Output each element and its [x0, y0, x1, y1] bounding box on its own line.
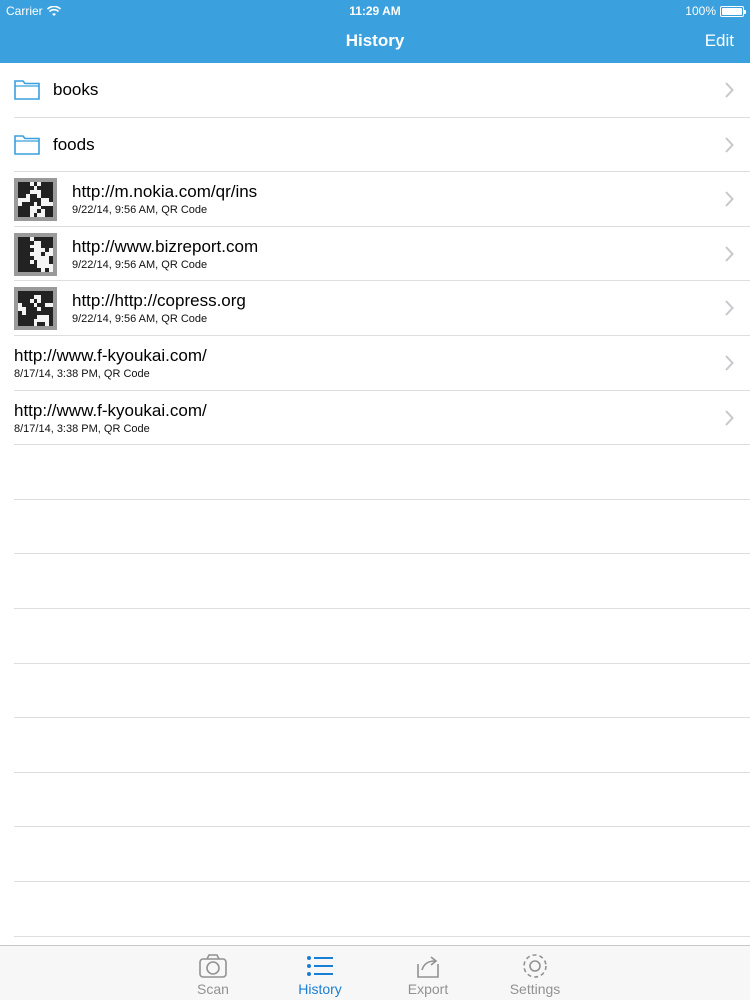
tab-settings[interactable]: Settings: [490, 946, 580, 1000]
entry-details: 8/17/14, 3:38 PM, QR Code: [14, 367, 150, 380]
tab-bar: Scan History Export Settings: [0, 945, 750, 1000]
entry-url: http://www.f-kyoukai.com/: [14, 345, 207, 365]
tab-label: History: [298, 981, 342, 997]
history-list: books foods http://m.nokia.com/qr/ins 9/22/…: [0, 63, 750, 945]
edit-button[interactable]: Edit: [705, 31, 734, 51]
history-entry-row[interactable]: http://www.bizreport.com 9/22/14, 9:56 AM…: [0, 227, 750, 282]
status-bar: Carrier 11:29 AM 100%: [0, 0, 750, 22]
history-entry-row[interactable]: http://m.nokia.com/qr/ins 9/22/14, 9:56 A…: [0, 172, 750, 227]
entry-url: http://www.bizreport.com: [72, 236, 259, 256]
tab-export[interactable]: Export: [383, 946, 473, 1000]
chevron-right-icon: [725, 409, 734, 426]
list-icon: [307, 956, 333, 976]
chevron-right-icon: [725, 300, 734, 317]
battery-percent: 100%: [685, 4, 716, 18]
entry-details: 8/17/14, 3:38 PM, QR Code: [14, 422, 150, 435]
entry-url: http://http://copress.org: [72, 291, 246, 311]
empty-row: [0, 500, 750, 555]
empty-row: [0, 664, 750, 719]
battery-fill: [722, 7, 742, 15]
folder-row[interactable]: foods: [0, 118, 750, 173]
empty-row: [0, 554, 750, 609]
entry-details: 9/22/14, 9:56 AM, QR Code: [72, 258, 208, 271]
entry-details: 9/22/14, 9:56 AM, QR Code: [72, 204, 208, 217]
battery-icon: [720, 5, 746, 17]
chevron-right-icon: [725, 82, 734, 98]
history-entry-row[interactable]: http://www.f-kyoukai.com/8/17/14, 3:38 P…: [0, 391, 750, 446]
folder-name: books: [53, 80, 99, 99]
empty-row: [0, 773, 750, 828]
camera-icon: [199, 954, 227, 978]
page-title: History: [345, 31, 405, 50]
folder-row[interactable]: books: [0, 63, 750, 118]
history-entry-row[interactable]: http://http://copress.org 9/22/14, 9:56 A…: [0, 281, 750, 336]
tab-label: Settings: [509, 981, 561, 997]
empty-row: [0, 718, 750, 773]
empty-row: [0, 445, 750, 500]
tab-label: Export: [407, 981, 449, 997]
qr-code-thumbnail: [14, 232, 57, 276]
chevron-right-icon: [725, 355, 734, 371]
folder-icon: [14, 134, 40, 155]
entry-url: http://www.f-kyoukai.com/: [14, 400, 207, 420]
share-icon: [417, 956, 439, 978]
empty-row: [0, 827, 750, 882]
empty-row: [0, 882, 750, 937]
folder-icon: [14, 80, 40, 100]
top-bar: Carrier 11:29 AM 100% History Edit: [0, 0, 750, 63]
qr-code-thumbnail: [14, 287, 57, 331]
tab-label: Scan: [197, 981, 229, 997]
history-entry-row[interactable]: http://www.f-kyoukai.com/8/17/14, 3:38 P…: [0, 336, 750, 391]
chevron-right-icon: [725, 246, 734, 262]
entry-details: 9/22/14, 9:56 AM, QR Code: [72, 313, 208, 326]
navigation-bar: History Edit: [0, 22, 750, 63]
battery-indicator: 100%: [685, 4, 746, 18]
qr-code-thumbnail: [14, 178, 57, 222]
clock: 11:29 AM: [349, 4, 401, 18]
empty-row: [0, 609, 750, 664]
entry-url: http://m.nokia.com/qr/ins: [72, 182, 258, 202]
folder-name: foods: [53, 134, 95, 154]
tab-history[interactable]: History: [275, 946, 365, 1000]
gear-icon: [523, 954, 547, 978]
chevron-right-icon: [725, 191, 734, 207]
tab-scan[interactable]: Scan: [168, 946, 258, 1000]
chevron-right-icon: [725, 136, 734, 153]
